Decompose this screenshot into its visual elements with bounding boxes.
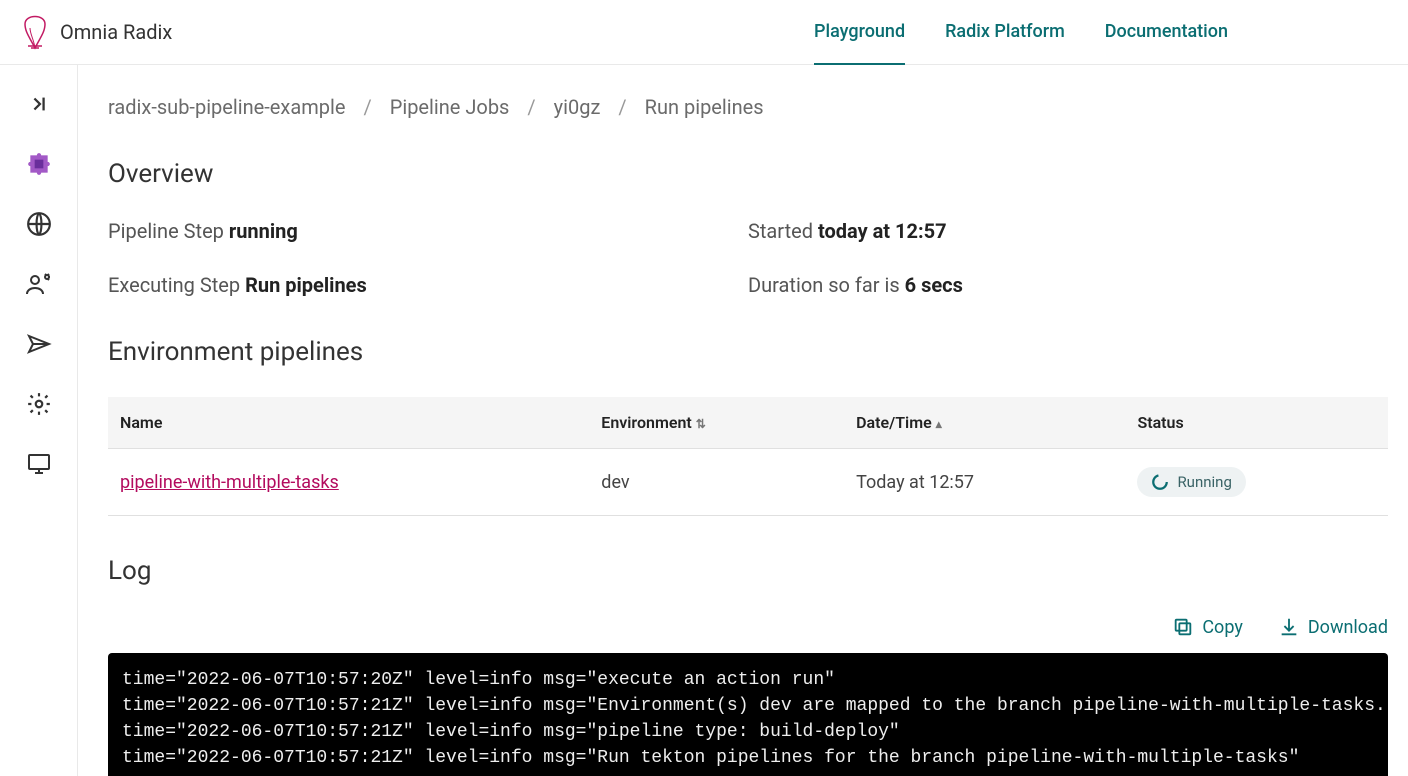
duration-row: Duration so far is 6 secs [748, 273, 1388, 297]
download-icon [1278, 616, 1300, 638]
log-actions: Copy Download [108, 616, 1388, 638]
nav-playground[interactable]: Playground [814, 0, 905, 65]
download-button[interactable]: Download [1278, 616, 1388, 638]
spinner-icon [1151, 473, 1169, 491]
sidebar-item-monitor-icon[interactable] [25, 450, 53, 478]
pipeline-step-row: Pipeline Step running [108, 219, 748, 243]
brand: Omnia Radix [20, 10, 172, 54]
breadcrumb: radix-sub-pipeline-example / Pipeline Jo… [108, 95, 1388, 119]
log-output[interactable]: time="2022-06-07T10:57:20Z" level=info m… [108, 653, 1388, 776]
breadcrumb-app[interactable]: radix-sub-pipeline-example [108, 95, 345, 119]
env-pipelines-table: Name Environment⇅ Date/Time▴ Status pipe… [108, 397, 1388, 516]
breadcrumb-jobs[interactable]: Pipeline Jobs [390, 95, 510, 119]
env-pipelines-title: Environment pipelines [108, 337, 1388, 367]
col-name[interactable]: Name [108, 397, 589, 449]
nav-platform[interactable]: Radix Platform [945, 0, 1065, 65]
overview-grid: Pipeline Step running Started today at 1… [108, 219, 1388, 297]
col-env[interactable]: Environment⇅ [589, 397, 844, 449]
overview-title: Overview [108, 159, 1388, 189]
pipeline-link[interactable]: pipeline-with-multiple-tasks [120, 472, 339, 493]
sidebar [0, 65, 78, 776]
topbar: Omnia Radix Playground Radix Platform Do… [0, 0, 1408, 65]
row-datetime: Today at 12:57 [844, 449, 1125, 516]
sidebar-item-globe-icon[interactable] [25, 210, 53, 238]
main-content: radix-sub-pipeline-example / Pipeline Jo… [78, 65, 1408, 776]
started-row: Started today at 12:57 [748, 219, 1388, 243]
sidebar-item-users-icon[interactable] [25, 270, 53, 298]
copy-button[interactable]: Copy [1172, 616, 1243, 638]
col-datetime[interactable]: Date/Time▴ [844, 397, 1125, 449]
log-title: Log [108, 556, 1388, 586]
breadcrumb-job[interactable]: yi0gz [554, 95, 601, 119]
breadcrumb-step[interactable]: Run pipelines [645, 95, 764, 119]
col-status[interactable]: Status [1125, 397, 1388, 449]
sort-icon: ⇅ [696, 417, 706, 431]
brand-logo-icon [20, 10, 50, 54]
sidebar-item-send-icon[interactable] [25, 330, 53, 358]
sidebar-toggle-icon[interactable] [25, 90, 53, 118]
nav-docs[interactable]: Documentation [1105, 0, 1228, 65]
sort-up-icon: ▴ [936, 417, 942, 431]
brand-name: Omnia Radix [60, 20, 172, 44]
sidebar-item-app-icon[interactable] [25, 150, 53, 178]
row-env: dev [589, 449, 844, 516]
copy-icon [1172, 616, 1194, 638]
executing-step-row: Executing Step Run pipelines [108, 273, 748, 297]
table-row: pipeline-with-multiple-tasks dev Today a… [108, 449, 1388, 516]
status-badge: Running [1137, 467, 1245, 497]
top-nav: Playground Radix Platform Documentation [814, 0, 1228, 65]
sidebar-item-settings-icon[interactable] [25, 390, 53, 418]
